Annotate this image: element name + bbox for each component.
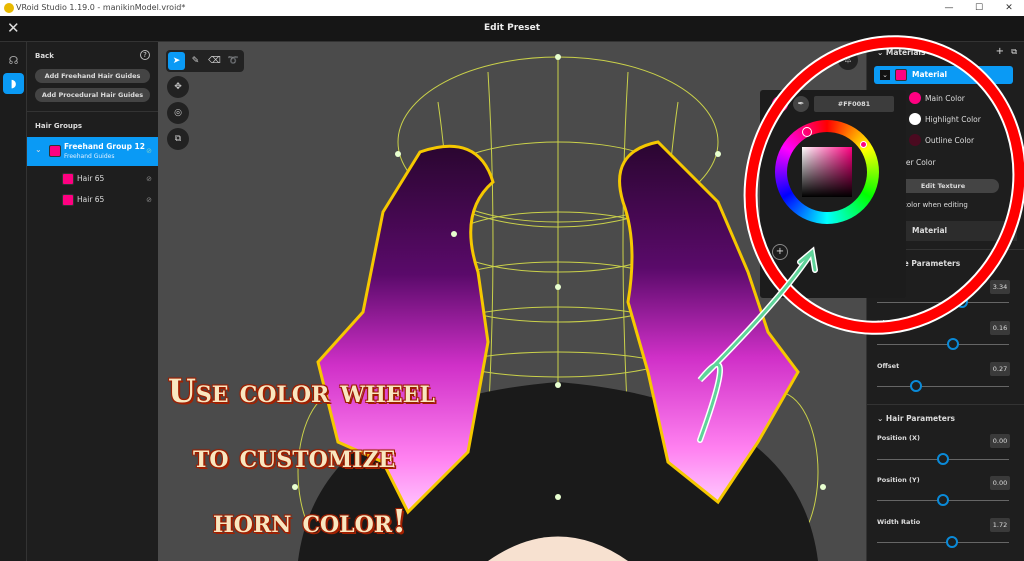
slider-knob[interactable] bbox=[947, 338, 959, 350]
material-item[interactable]: Material bbox=[887, 221, 1017, 241]
main-color-swatch[interactable] bbox=[909, 92, 921, 104]
current-color-swatch bbox=[772, 96, 788, 112]
caption-line: Use color wheel bbox=[168, 372, 435, 410]
divider bbox=[27, 111, 158, 112]
value-field[interactable]: 0.27 bbox=[990, 362, 1010, 376]
title-bar: VRoid Studio 1.19.0 - manikinModel.vroid… bbox=[0, 0, 1024, 16]
left-panel: Back ? Add Freehand Hair Guides Add Proc… bbox=[27, 42, 158, 561]
help-icon[interactable]: ? bbox=[140, 50, 150, 60]
value-field[interactable]: 0.00 bbox=[990, 434, 1010, 448]
value-field[interactable]: 3.34 bbox=[990, 280, 1010, 294]
slider-label: Offset bbox=[877, 362, 900, 370]
caption-line: horn color! bbox=[213, 502, 407, 540]
saturation-value-square[interactable] bbox=[802, 147, 852, 197]
value-field[interactable]: 1.72 bbox=[990, 518, 1010, 532]
hair-params-header[interactable]: ⌄ Hair Parameters bbox=[877, 414, 955, 423]
color-picker-popup: ✒ #FF0081 + bbox=[760, 90, 906, 298]
materials-header[interactable]: ⌄ Materials bbox=[877, 48, 925, 57]
hair-group-item[interactable]: ⌄ Freehand Group 12 Freehand Guides ⊘ bbox=[27, 137, 158, 166]
color-swatch bbox=[895, 69, 907, 81]
color-swatch bbox=[62, 173, 74, 185]
divider bbox=[867, 404, 1024, 405]
hue-handle[interactable] bbox=[802, 127, 812, 137]
slider[interactable] bbox=[877, 338, 1009, 350]
maximize-button[interactable]: ☐ bbox=[964, 0, 994, 16]
window-title: VRoid Studio 1.19.0 - manikinModel.vroid… bbox=[16, 3, 186, 12]
pen-tool-icon[interactable]: ✎ bbox=[187, 52, 204, 70]
head-icon[interactable]: ☊ bbox=[3, 50, 24, 71]
color-handle[interactable] bbox=[860, 141, 867, 148]
outline-color-swatch[interactable] bbox=[909, 134, 921, 146]
slider-knob[interactable] bbox=[946, 536, 958, 548]
hair-groups-label: Hair Groups bbox=[35, 122, 83, 130]
slider[interactable] bbox=[877, 296, 1009, 308]
tool-palette: ➤ ✎ ⌫ ➰ bbox=[166, 50, 244, 72]
back-link[interactable]: Back bbox=[35, 52, 54, 60]
eyedropper-icon[interactable]: ✒ bbox=[793, 96, 809, 112]
highlight-color-label: Highlight Color bbox=[925, 115, 981, 124]
slider[interactable] bbox=[877, 536, 1009, 548]
scale-icon[interactable]: ⧉ bbox=[167, 128, 189, 150]
slider-label: Highlight bbox=[877, 319, 911, 327]
slider[interactable] bbox=[877, 453, 1009, 465]
slider-knob[interactable] bbox=[956, 296, 968, 308]
caption-line: to customize bbox=[193, 437, 396, 475]
hair-icon[interactable]: ◗ bbox=[3, 73, 24, 94]
close-window-button[interactable]: ✕ bbox=[994, 0, 1024, 16]
outline-color-label: Outline Color bbox=[925, 136, 975, 145]
visibility-off-icon[interactable]: ⊘ bbox=[146, 147, 152, 155]
slider-knob[interactable] bbox=[937, 453, 949, 465]
duplicate-icon[interactable]: ⧉ bbox=[1011, 47, 1017, 57]
rotate-icon[interactable]: ◎ bbox=[167, 102, 189, 124]
slider-knob[interactable] bbox=[937, 494, 949, 506]
slider[interactable] bbox=[877, 494, 1009, 506]
add-icon[interactable]: + bbox=[996, 46, 1004, 57]
select-tool-icon[interactable]: ➤ bbox=[168, 52, 185, 70]
main-color-label: Main Color bbox=[925, 94, 965, 103]
add-procedural-button[interactable]: Add Procedural Hair Guides bbox=[35, 88, 150, 102]
eraser-tool-icon[interactable]: ⌫ bbox=[206, 52, 223, 70]
mirror-icon[interactable]: ⏃ bbox=[838, 50, 858, 70]
slider-label: Position (X) bbox=[877, 434, 920, 442]
chevron-down-icon[interactable]: ⌄ bbox=[35, 145, 42, 154]
group-subtitle: Freehand Guides bbox=[64, 153, 115, 160]
value-field[interactable]: 0.16 bbox=[990, 321, 1010, 335]
group-name: Freehand Group 12 bbox=[64, 142, 145, 151]
mode-strip: ☊ ◗ bbox=[0, 42, 27, 561]
minimize-button[interactable]: — bbox=[934, 0, 964, 16]
slider-knob[interactable] bbox=[910, 380, 922, 392]
header: ✕ Edit Preset bbox=[0, 16, 1024, 42]
page-title: Edit Preset bbox=[483, 23, 540, 33]
material-item[interactable]: ⌄ Material bbox=[874, 66, 1013, 84]
hair-item[interactable]: Hair 65 ⊘ bbox=[27, 191, 158, 211]
slider-label: Width Ratio bbox=[877, 518, 921, 526]
hair-item-name: Hair 65 bbox=[77, 174, 105, 183]
color-swatch bbox=[62, 194, 74, 206]
slider-label: Position (Y) bbox=[877, 476, 920, 484]
chevron-down-icon[interactable]: ⌄ bbox=[880, 70, 890, 80]
add-preset-icon[interactable]: + bbox=[772, 244, 788, 260]
app-logo-icon bbox=[4, 3, 14, 13]
hex-input[interactable]: #FF0081 bbox=[814, 96, 894, 112]
move-icon[interactable]: ✥ bbox=[167, 76, 189, 98]
slider[interactable] bbox=[877, 380, 1009, 392]
add-freehand-button[interactable]: Add Freehand Hair Guides bbox=[35, 69, 150, 83]
highlight-color-swatch[interactable] bbox=[909, 113, 921, 125]
guide-tool-icon[interactable]: ➰ bbox=[225, 52, 242, 70]
material-name: Material bbox=[912, 70, 948, 79]
color-swatch bbox=[49, 145, 61, 157]
hair-item-name: Hair 65 bbox=[77, 195, 105, 204]
visibility-off-icon[interactable]: ⊘ bbox=[146, 196, 152, 204]
visibility-off-icon[interactable]: ⊘ bbox=[146, 175, 152, 183]
hair-item[interactable]: Hair 65 ⊘ bbox=[27, 170, 158, 190]
value-field[interactable]: 0.00 bbox=[990, 476, 1010, 490]
